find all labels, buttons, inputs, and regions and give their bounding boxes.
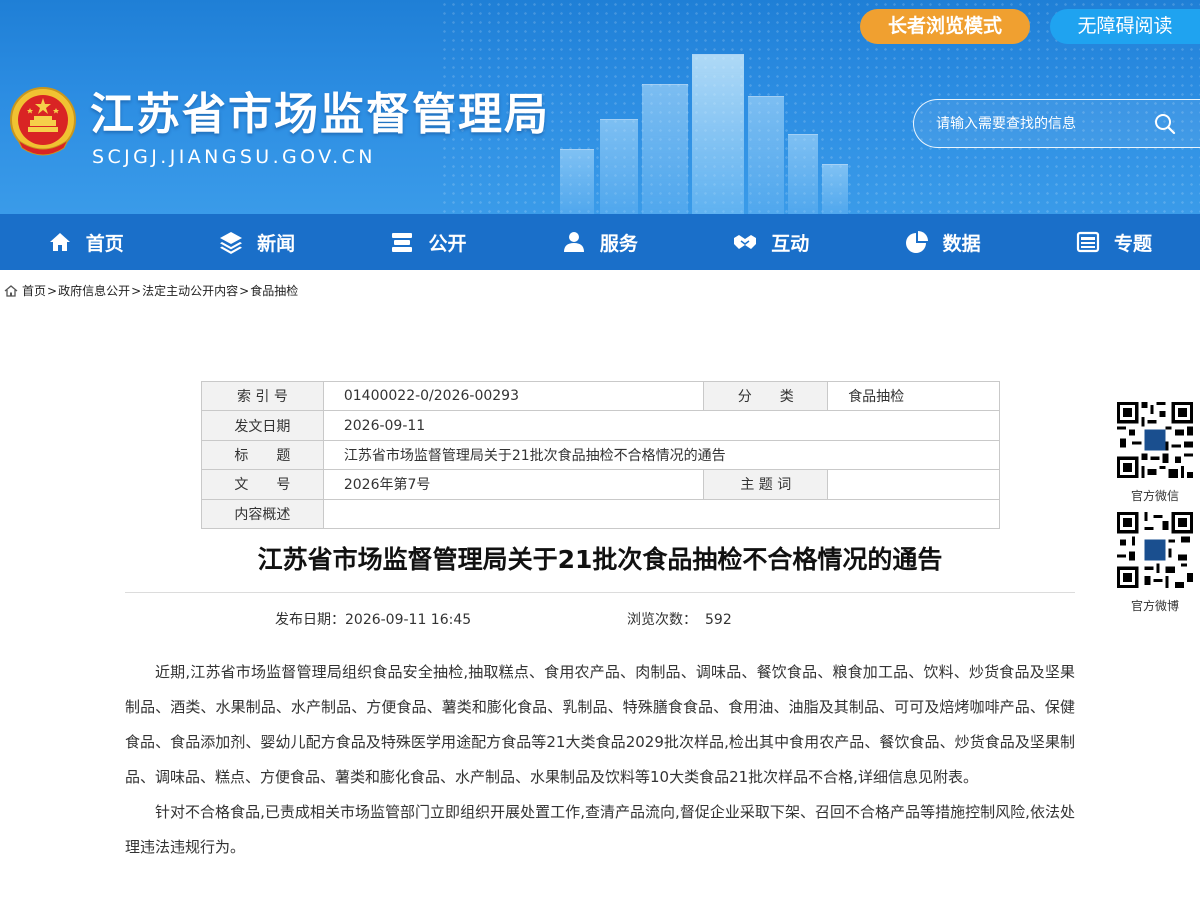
table-row: 索 引 号 01400022-0/2026-00293 分 类 食品抽检 bbox=[201, 380, 1000, 412]
breadcrumb-separator: > bbox=[239, 283, 250, 298]
header-skyline bbox=[788, 134, 818, 214]
table-row: 内容概述 bbox=[201, 498, 1001, 529]
article-paragraph: 近期,江苏省市场监督管理局组织食品安全抽检,抽取糕点、食用农产品、肉制品、调味品… bbox=[125, 663, 1075, 786]
wechat-label: 官方微信 bbox=[1130, 489, 1179, 503]
accessibility-button[interactable]: 无障碍阅读 bbox=[1050, 9, 1200, 44]
meta-label-category: 分 类 bbox=[703, 380, 829, 412]
meta-value-summary bbox=[322, 498, 1001, 529]
breadcrumb: 首页 > 政府信息公开 > 法定主动公开内容 > 食品抽检 bbox=[4, 282, 298, 299]
nav-item-label: 互动 bbox=[771, 232, 810, 255]
header-skyline bbox=[642, 84, 688, 214]
nav-item-label: 公开 bbox=[428, 232, 467, 255]
nav-item-topics[interactable]: 专题 bbox=[1028, 214, 1199, 270]
wechat-qr-code[interactable] bbox=[1117, 402, 1193, 478]
handshake-icon bbox=[734, 235, 757, 249]
nav-item-label: 专题 bbox=[1114, 232, 1153, 255]
nav-item-home[interactable]: 首页 bbox=[0, 214, 171, 270]
view-count: 浏览次数： 592 bbox=[627, 609, 732, 629]
meta-label-summary: 内容概述 bbox=[201, 498, 324, 529]
window-icon bbox=[1076, 231, 1100, 253]
meta-value-keywords bbox=[827, 469, 1000, 500]
nav-item-label: 首页 bbox=[85, 232, 124, 255]
nav-item-public[interactable]: 公开 bbox=[343, 214, 514, 270]
weibo-qr-code[interactable] bbox=[1117, 512, 1193, 588]
breadcrumb-link-statutory[interactable]: 法定主动公开内容 bbox=[142, 282, 238, 299]
nav-item-data[interactable]: 数据 bbox=[857, 214, 1028, 270]
table-row: 发文日期 2026-09-11 bbox=[201, 410, 1001, 441]
table-row: 标 题 江苏省市场监督管理局关于21批次食品抽检不合格情况的通告 bbox=[201, 439, 1001, 471]
pie-chart-icon bbox=[905, 231, 928, 253]
meta-value-category: 食品抽检 bbox=[827, 380, 1000, 412]
header-skyline bbox=[748, 96, 784, 214]
breadcrumb-link-food-inspection[interactable]: 食品抽检 bbox=[250, 282, 298, 299]
search-icon[interactable] bbox=[1154, 113, 1176, 135]
publish-date: 发布日期：2026-09-11 16:45 bbox=[275, 609, 471, 629]
search-input[interactable] bbox=[936, 112, 1146, 136]
nav-item-label: 新闻 bbox=[257, 232, 296, 255]
article-body: 近期,江苏省市场监督管理局组织食品安全抽检,抽取糕点、食用农产品、肉制品、调味品… bbox=[125, 655, 1075, 865]
meta-label-doc-no: 文 号 bbox=[201, 469, 324, 500]
breadcrumb-separator: > bbox=[131, 283, 142, 298]
meta-label-keywords: 主 题 词 bbox=[703, 469, 829, 500]
nav-item-news[interactable]: 新闻 bbox=[171, 214, 342, 270]
meta-value-date: 2026-09-11 bbox=[322, 410, 1001, 441]
meta-label-title: 标 题 bbox=[201, 439, 324, 471]
site-domain: SCJGJ.JIANGSU.GOV.CN bbox=[92, 146, 376, 168]
nav-item-label: 服务 bbox=[599, 232, 638, 255]
article-title: 江苏省市场监督管理局关于21批次食品抽检不合格情况的通告 bbox=[257, 545, 943, 574]
stack-icon bbox=[392, 233, 413, 252]
users-icon bbox=[563, 232, 584, 252]
meta-value-title: 江苏省市场监督管理局关于21批次食品抽检不合格情况的通告 bbox=[322, 439, 1001, 471]
national-emblem-icon[interactable] bbox=[8, 84, 78, 160]
publish-date-value: 2026-09-11 16:45 bbox=[345, 612, 472, 628]
view-count-value: 592 bbox=[705, 612, 732, 628]
layers-icon bbox=[220, 232, 243, 254]
home-icon bbox=[4, 284, 18, 297]
meta-value-doc-no: 2026年第7号 bbox=[322, 469, 705, 500]
elder-mode-button[interactable]: 长者浏览模式 bbox=[860, 9, 1030, 44]
article-paragraph: 针对不合格食品,已责成相关市场监管部门立即组织开展处置工作,查清产品流向,督促企… bbox=[125, 803, 1075, 856]
search-box bbox=[913, 99, 1200, 148]
title-divider bbox=[125, 592, 1075, 593]
publish-date-label: 发布日期： bbox=[275, 612, 345, 628]
header-skyline bbox=[560, 149, 594, 214]
meta-value-index: 01400022-0/2026-00293 bbox=[322, 380, 705, 412]
site-header: 江苏省市场监督管理局 SCJGJ.JIANGSU.GOV.CN 长者浏览模式 无… bbox=[0, 0, 1200, 214]
home-icon bbox=[49, 233, 70, 251]
nav-item-interaction[interactable]: 互动 bbox=[686, 214, 857, 270]
breadcrumb-separator: > bbox=[47, 283, 58, 298]
header-skyline bbox=[822, 164, 848, 214]
view-count-label: 浏览次数： bbox=[627, 612, 697, 628]
nav-item-service[interactable]: 服务 bbox=[514, 214, 685, 270]
site-title[interactable]: 江苏省市场监督管理局 bbox=[90, 78, 550, 142]
weibo-label: 官方微博 bbox=[1130, 599, 1179, 613]
nav-item-label: 数据 bbox=[942, 232, 981, 255]
table-row: 文 号 2026年第7号 主 题 词 bbox=[201, 469, 1000, 500]
header-skyline bbox=[600, 119, 638, 214]
document-meta-table: 索 引 号 01400022-0/2026-00293 分 类 食品抽检 发文日… bbox=[201, 380, 1001, 529]
breadcrumb-link-home[interactable]: 首页 bbox=[22, 282, 46, 299]
main-nav: 首页 新闻 公开 服务 互动 数据 专题 bbox=[0, 214, 1200, 270]
meta-label-date: 发文日期 bbox=[201, 410, 324, 441]
header-skyline bbox=[692, 54, 744, 214]
meta-label-index: 索 引 号 bbox=[201, 380, 324, 412]
breadcrumb-link-gov-info[interactable]: 政府信息公开 bbox=[58, 282, 130, 299]
